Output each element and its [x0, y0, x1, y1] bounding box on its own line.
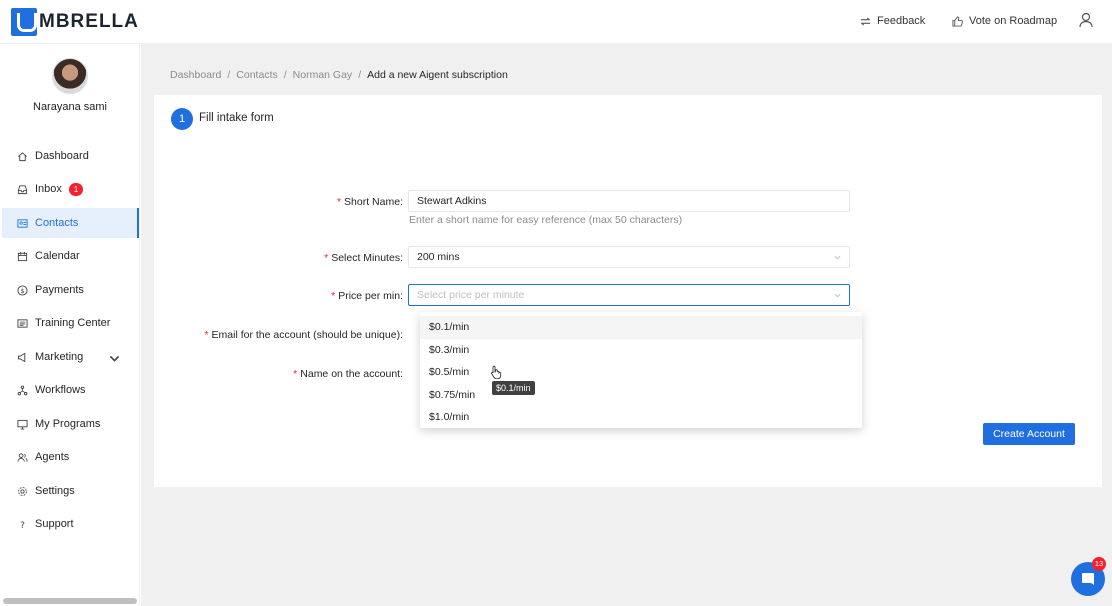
breadcrumb-current: Add a new Aigent subscription — [367, 69, 508, 81]
brand-name: MBRELLA — [39, 11, 139, 32]
sidebar-item-label: Contacts — [35, 217, 79, 229]
account-name-label: * Name on the account: — [293, 368, 403, 380]
price-option[interactable]: $0.5/min — [420, 361, 862, 384]
svg-text:$: $ — [20, 286, 24, 294]
feedback-button[interactable]: Feedback — [860, 15, 925, 27]
breadcrumb: Dashboard / Contacts / Norman Gay / Add … — [170, 69, 508, 81]
breadcrumb-contacts[interactable]: Contacts — [236, 69, 277, 81]
sidebar: Narayana sami Dashboard Inbox 1 Contacts… — [0, 44, 140, 606]
chevron-down-icon — [834, 255, 841, 260]
short-name-hint: Enter a short name for easy reference (m… — [409, 214, 683, 226]
vote-roadmap-label: Vote on Roadmap — [969, 15, 1058, 27]
select-minutes-value: 200 mins — [417, 251, 460, 263]
price-option[interactable]: $0.75/min — [420, 384, 862, 407]
question-icon: ? — [20, 520, 25, 530]
swap-icon — [860, 16, 871, 26]
breadcrumb-separator: / — [227, 69, 231, 81]
chat-icon — [1082, 573, 1094, 585]
short-name-label: * Short Name: — [336, 196, 403, 208]
feedback-label: Feedback — [877, 15, 926, 27]
sidebar-item-dashboard[interactable]: Dashboard — [2, 141, 139, 171]
intake-form-card: 1 Fill intake form * Short Name: Stewart … — [154, 95, 1102, 487]
dollar-icon: $ — [17, 284, 28, 296]
price-option[interactable]: $0.3/min — [420, 339, 862, 362]
home-icon — [18, 151, 27, 161]
app-logo[interactable]: MBRELLA — [11, 8, 139, 36]
create-account-button[interactable]: Create Account — [983, 423, 1075, 445]
horizontal-scrollbar[interactable] — [3, 598, 137, 604]
sidebar-item-calendar[interactable]: Calendar — [2, 241, 139, 271]
price-per-min-label: * Price per min: — [331, 290, 403, 302]
sidebar-item-label: Training Center — [35, 317, 111, 329]
sidebar-item-my-programs[interactable]: My Programs — [2, 409, 139, 439]
inbox-icon — [17, 184, 28, 194]
price-options-dropdown: $0.1/min $0.3/min $0.5/min $0.75/min $1.… — [420, 312, 862, 428]
sidebar-item-support[interactable]: ? Support — [2, 509, 139, 539]
price-option[interactable]: $1.0/min — [420, 406, 862, 429]
email-label: * Email for the account (should be unique… — [204, 329, 403, 341]
breadcrumb-separator: / — [358, 69, 362, 81]
sidebar-item-label: Workflows — [35, 384, 86, 396]
contacts-icon — [17, 218, 28, 228]
top-bar: MBRELLA Feedback Vote on Roadmap — [0, 0, 1112, 44]
sidebar-item-label: Agents — [35, 451, 70, 463]
step-title: Fill intake form — [199, 112, 274, 124]
monitor-icon — [17, 419, 28, 430]
breadcrumb-contact-name[interactable]: Norman Gay — [293, 69, 353, 81]
select-minutes-label: * Select Minutes: — [324, 252, 403, 264]
vote-roadmap-button[interactable]: Vote on Roadmap — [952, 15, 1057, 27]
megaphone-icon — [17, 352, 26, 362]
agents-icon — [17, 452, 28, 462]
hand-cursor-icon — [491, 365, 502, 379]
sidebar-item-marketing[interactable]: Marketing — [2, 342, 139, 372]
sidebar-item-training-center[interactable]: Training Center — [2, 308, 139, 338]
user-name: Narayana sami — [33, 101, 107, 113]
sidebar-item-workflows[interactable]: Workflows — [2, 375, 139, 405]
sidebar-item-label: Payments — [35, 284, 84, 296]
gear-icon — [18, 486, 27, 496]
user-account-icon[interactable] — [1079, 12, 1093, 28]
select-minutes-dropdown[interactable]: 200 mins — [408, 246, 850, 268]
sidebar-item-label: Marketing — [35, 351, 84, 363]
sidebar-item-label: My Programs — [35, 418, 101, 430]
short-name-input[interactable]: Stewart Adkins — [408, 190, 850, 212]
price-per-min-select[interactable]: Select price per minute — [408, 284, 850, 306]
workflow-icon — [17, 385, 28, 395]
umbrella-logo-icon — [11, 8, 37, 36]
training-icon — [17, 318, 28, 328]
sidebar-item-label: Inbox — [35, 183, 62, 195]
sidebar-item-contacts[interactable]: Contacts — [2, 208, 139, 238]
sidebar-item-label: Settings — [35, 485, 75, 497]
breadcrumb-dashboard[interactable]: Dashboard — [170, 69, 221, 81]
price-placeholder: Select price per minute — [417, 289, 525, 301]
sidebar-item-label: Support — [35, 518, 74, 530]
chevron-down-icon — [109, 355, 120, 362]
sidebar-item-label: Dashboard — [35, 150, 89, 162]
sidebar-item-settings[interactable]: Settings — [2, 476, 139, 506]
sidebar-item-payments[interactable]: $ Payments — [2, 275, 139, 305]
avatar[interactable] — [52, 58, 88, 94]
inbox-count-badge: 1 — [68, 182, 83, 196]
svg-text:?: ? — [20, 520, 25, 530]
option-tooltip: $0.1/min — [492, 381, 535, 395]
breadcrumb-separator: / — [283, 69, 287, 81]
price-option[interactable]: $0.1/min — [420, 316, 862, 339]
sidebar-item-label: Calendar — [35, 250, 80, 262]
calendar-icon — [17, 251, 28, 261]
thumbs-up-icon — [952, 15, 963, 27]
step-number: 1 — [171, 108, 193, 130]
sidebar-item-inbox[interactable]: Inbox 1 — [2, 174, 139, 204]
chevron-down-icon — [834, 293, 841, 298]
chat-unread-badge: 13 — [1092, 557, 1106, 571]
sidebar-item-agents[interactable]: Agents — [2, 442, 139, 472]
main-content: Dashboard / Contacts / Norman Gay / Add … — [141, 44, 1112, 606]
